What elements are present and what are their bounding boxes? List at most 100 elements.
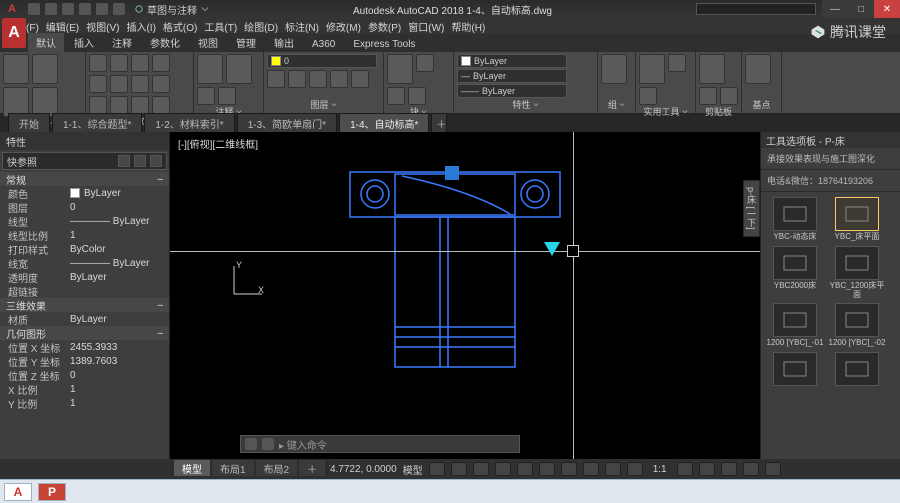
property-row[interactable]: 位置 X 坐标2455.3933 [0,340,169,354]
menu-edit[interactable]: 编辑(E) [44,19,81,34]
window-close-button[interactable]: ✕ [874,0,900,18]
doc-tab-3[interactable]: 1-3、简欧单扇门* [237,113,337,133]
palette-item[interactable]: 1200 [YBC]_-01 [766,303,824,348]
doc-tab-start[interactable]: 开始 [8,113,50,133]
tool-mirror[interactable] [110,75,128,93]
tool-stretch[interactable] [89,96,107,114]
menu-format[interactable]: 格式(O) [161,19,199,34]
property-value[interactable]: 0 [70,368,169,382]
ribbon-tab-view[interactable]: 视图 [190,33,226,52]
status-customize-icon[interactable] [765,462,781,476]
tool-erase[interactable] [152,54,170,72]
menu-help[interactable]: 帮助(H) [449,19,487,34]
tool-palette-side-tab[interactable]: p-床 [一下] [743,180,760,237]
tool-layerprops[interactable] [267,70,285,88]
doc-tab-new[interactable]: ＋ [431,113,447,133]
property-row[interactable]: 位置 Y 坐标1389.7603 [0,354,169,368]
status-ortho-icon[interactable] [473,462,489,476]
qat-redo-icon[interactable] [96,3,108,15]
status-lwt-icon[interactable] [561,462,577,476]
panel-basepoint-label[interactable]: 基点 [745,98,778,111]
property-value[interactable]: ———— ByLayer [70,256,169,270]
tool-leader[interactable] [197,87,215,105]
property-row[interactable]: 位置 Z 坐标0 [0,368,169,382]
property-row[interactable]: 线型比例1 [0,228,169,242]
grip-handle[interactable] [445,166,459,180]
tool-measure[interactable] [639,54,665,84]
status-otrack-icon[interactable] [539,462,555,476]
tool-line[interactable] [3,54,29,84]
property-row[interactable]: Y 比例1 [0,396,169,410]
palette-item[interactable] [766,352,824,388]
tool-basepoint[interactable] [745,54,771,84]
tool-offset[interactable] [152,96,170,114]
ribbon-tab-default[interactable]: 默认 [28,33,64,52]
lineweight-combo[interactable]: — ByLayer [457,69,567,83]
property-row[interactable]: 透明度ByLayer [0,270,169,284]
color-combo[interactable]: ByLayer [457,54,567,68]
ribbon-tab-parametric[interactable]: 参数化 [142,33,188,52]
tool-move[interactable] [89,54,107,72]
tool-group[interactable] [601,54,627,84]
status-cycling-icon[interactable] [605,462,621,476]
property-value[interactable]: ByLayer [70,312,169,326]
ribbon-tab-express[interactable]: Express Tools [345,37,423,52]
palette-item[interactable] [828,352,886,388]
menu-view[interactable]: 视图(V) [84,19,121,34]
workspace-switcher[interactable]: 草图与注释 [135,2,209,17]
status-mode[interactable]: 模型 [403,462,423,477]
palette-item[interactable]: YBC2000床 [766,246,824,300]
status-polar-icon[interactable] [495,462,511,476]
tool-create-block[interactable] [416,54,434,72]
qat-save-icon[interactable] [62,3,74,15]
tool-copyclip[interactable] [720,87,738,105]
property-row[interactable]: 颜色ByLayer [0,186,169,200]
tool-layoff[interactable] [330,70,348,88]
status-transparency-icon[interactable] [583,462,599,476]
viewport-controls[interactable]: [-][俯视][二维线框] [178,136,258,151]
property-value[interactable]: 1 [70,396,169,410]
status-grid-icon[interactable] [429,462,445,476]
tool-select[interactable] [639,87,657,105]
property-value[interactable]: ByLayer [70,186,169,200]
tool-rotate[interactable] [110,54,128,72]
status-gear-icon[interactable] [677,462,693,476]
tool-scale[interactable] [110,96,128,114]
tool-table[interactable] [218,87,236,105]
palette-item[interactable]: YBC-动态床 [766,197,824,242]
prop-group-3d[interactable]: 三维效果– [0,298,169,312]
properties-object-selector[interactable]: 快参照 [2,152,167,170]
tool-dimension[interactable] [226,54,252,84]
property-value[interactable]: ByLayer [70,270,169,284]
taskbar-autocad-icon[interactable]: A [4,483,32,501]
tool-trim[interactable] [131,54,149,72]
status-osnap-icon[interactable] [517,462,533,476]
property-row[interactable]: 线宽———— ByLayer [0,256,169,270]
command-line[interactable]: ▸ 键入命令 [240,435,520,453]
selectobj-icon[interactable] [150,155,162,167]
ribbon-tab-insert[interactable]: 插入 [66,33,102,52]
property-value[interactable]: 1389.7603 [70,354,169,368]
tool-laymatch[interactable] [351,70,369,88]
property-row[interactable]: 图层0 [0,200,169,214]
menu-dim[interactable]: 标注(N) [283,19,321,34]
property-row[interactable]: 打印样式ByColor [0,242,169,256]
palette-item[interactable]: YBC_1200床平面 [828,246,886,300]
property-value[interactable]: 2455.3933 [70,340,169,354]
panel-group-label[interactable]: 组 [601,98,632,111]
property-value[interactable]: ByColor [70,242,169,256]
layout-tab-1[interactable]: 布局1 [212,460,254,476]
doc-tab-2[interactable]: 1-2、材料索引* [144,113,234,133]
prop-group-geometry[interactable]: 几何图形– [0,326,169,340]
menu-modify[interactable]: 修改(M) [324,19,363,34]
menu-tools[interactable]: 工具(T) [202,19,239,34]
property-row[interactable]: 超链接 [0,284,169,298]
prop-group-general[interactable]: 常规– [0,172,169,186]
panel-clipboard-label[interactable]: 剪贴板 [699,105,738,118]
application-menu-button[interactable]: A [2,18,26,48]
palette-item[interactable]: 1200 [YBC]_-02 [828,303,886,348]
tool-explode[interactable] [152,75,170,93]
ribbon-tab-annotate[interactable]: 注释 [104,33,140,52]
status-hardware-icon[interactable] [721,462,737,476]
tool-attr[interactable] [408,87,426,105]
